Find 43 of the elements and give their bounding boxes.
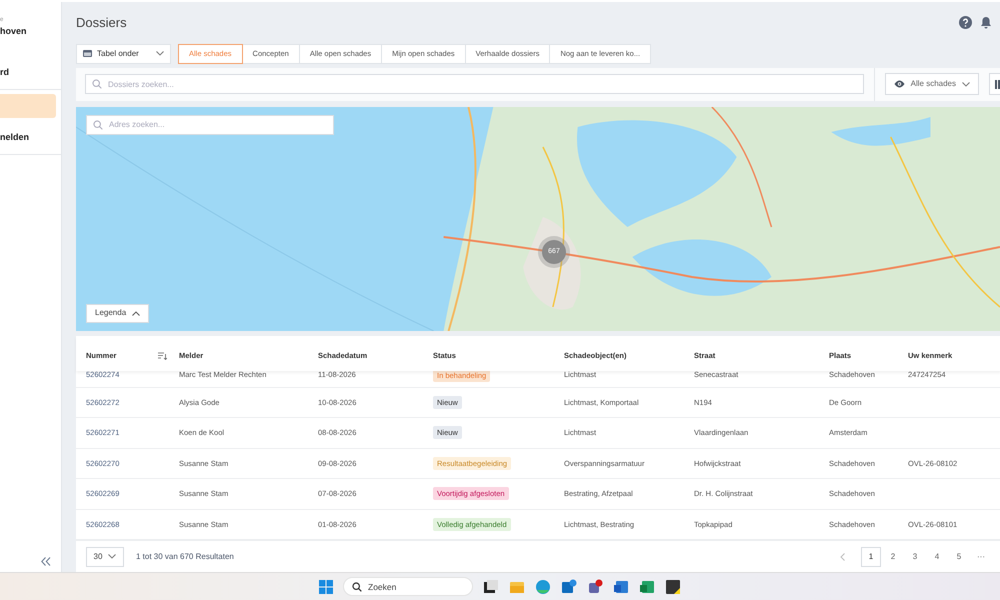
filter-dropdown[interactable]: Alle schades — [884, 73, 979, 96]
page-button[interactable]: 1 — [861, 546, 881, 566]
bell-icon[interactable] — [980, 16, 992, 30]
taskbar-search-field[interactable]: Zoeken — [343, 577, 473, 596]
page-button[interactable]: 4 — [927, 546, 947, 566]
page-size-select[interactable]: 30 — [86, 546, 124, 566]
address-search-field[interactable]: Adres zoeken... — [86, 114, 334, 135]
page-button[interactable]: 2 — [883, 546, 903, 566]
browser-icon[interactable] — [535, 578, 551, 594]
chevron-down-icon — [962, 82, 970, 87]
legend-button[interactable]: Legenda — [86, 304, 150, 323]
table-icon — [83, 50, 92, 58]
chevron-down-icon — [156, 51, 164, 56]
search-field[interactable]: Dossiers zoeken... — [85, 74, 864, 94]
view-select-value: Tabel onder — [97, 48, 140, 60]
page-title: Dossiers — [76, 15, 127, 31]
chevron-up-icon — [132, 310, 140, 316]
eye-icon — [894, 80, 905, 88]
view-select[interactable]: Tabel onder — [76, 44, 171, 64]
page-button[interactable]: 3 — [905, 546, 925, 566]
results-count: 1 tot 30 van 670 Resultaten — [136, 550, 234, 562]
start-icon[interactable] — [319, 580, 333, 594]
collapse-icon[interactable] — [41, 557, 51, 566]
page-button[interactable]: 5 — [949, 546, 969, 566]
sidebar-item[interactable]: rd — [0, 61, 56, 85]
search-icon — [92, 79, 102, 90]
document-icon[interactable] — [613, 578, 629, 594]
chat-icon[interactable] — [587, 578, 603, 594]
search-icon — [93, 120, 103, 130]
note-icon[interactable] — [665, 578, 681, 594]
columns-icon — [995, 80, 1000, 89]
page-size-value: 30 — [94, 550, 102, 562]
sort-icon[interactable] — [158, 352, 167, 360]
sidebar-item[interactable]: nelden — [0, 126, 56, 150]
org-name: hoven — [0, 25, 28, 38]
spreadsheet-icon[interactable] — [639, 578, 655, 594]
mail-icon[interactable] — [561, 578, 577, 594]
filter-value: Alle schades — [910, 78, 956, 90]
help-icon[interactable] — [959, 16, 972, 30]
window-icon[interactable] — [483, 578, 499, 594]
search-icon — [352, 582, 362, 592]
chevron-down-icon — [108, 554, 116, 559]
more-pages[interactable]: ··· — [971, 546, 991, 566]
